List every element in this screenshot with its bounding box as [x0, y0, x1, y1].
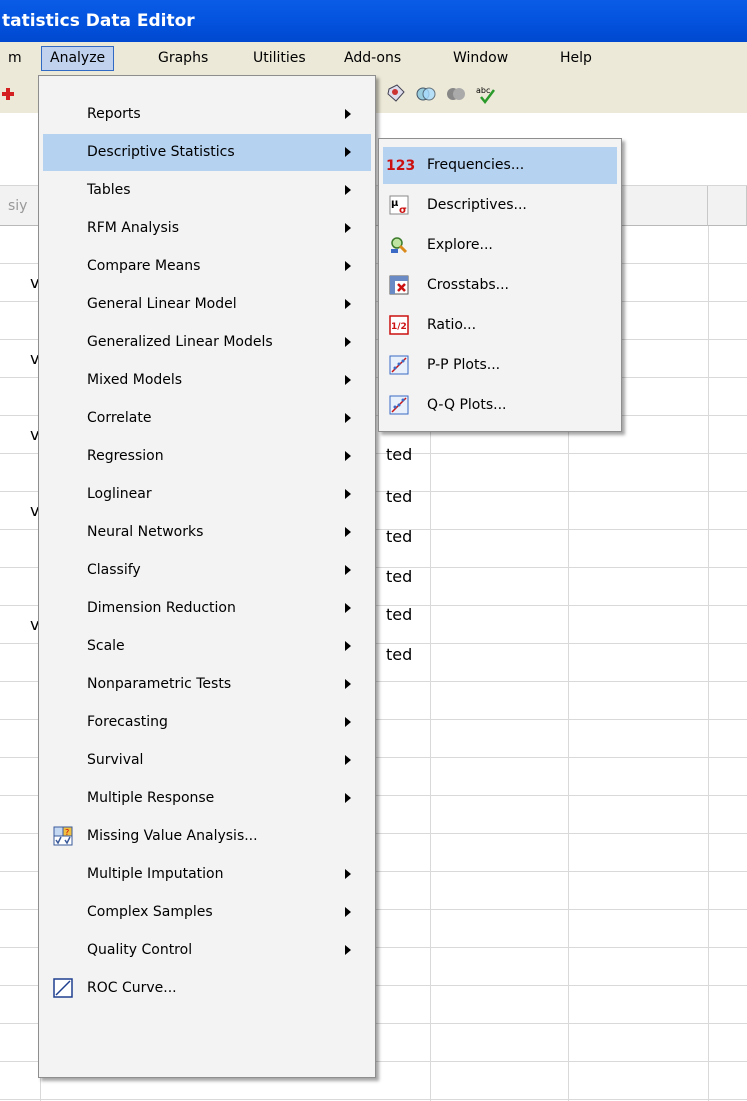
menu-item-general-linear-model[interactable]: General Linear Model — [43, 286, 371, 323]
submenu-arrow-icon — [345, 299, 351, 309]
svg-text:μ: μ — [391, 198, 399, 209]
menu-item-regression[interactable]: Regression — [43, 438, 371, 475]
frequencies-icon: 123 — [386, 158, 415, 174]
use-variable-sets-icon[interactable] — [415, 83, 437, 105]
menu-analyze[interactable]: Analyze — [41, 46, 115, 71]
cell-value[interactable]: ted — [386, 436, 412, 474]
submenu-arrow-icon — [345, 375, 351, 385]
submenu-arrow-icon — [345, 527, 351, 537]
menu-item-multiple-response[interactable]: Multiple Response — [43, 780, 371, 817]
menu-item-scale[interactable]: Scale — [43, 628, 371, 665]
submenu-arrow-icon — [345, 679, 351, 689]
menu-item-multiple-imputation[interactable]: Multiple Imputation — [43, 856, 371, 893]
cell-value[interactable]: ted — [386, 518, 412, 556]
menu-item-survival[interactable]: Survival — [43, 742, 371, 779]
menu-item-compare-means[interactable]: Compare Means — [43, 248, 371, 285]
analyze-menu: Reports Descriptive Statistics Tables RF… — [38, 75, 376, 1078]
submenu-arrow-icon — [345, 261, 351, 271]
submenu-arrow-icon — [345, 907, 351, 917]
submenu-arrow-icon — [345, 717, 351, 727]
submenu-item-descriptives[interactable]: μ σ Descriptives... — [383, 187, 617, 224]
submenu-item-ratio[interactable]: 1/2 Ratio... — [383, 307, 617, 344]
submenu-arrow-icon — [345, 489, 351, 499]
column-header-next[interactable] — [708, 186, 747, 226]
submenu-arrow-icon — [345, 565, 351, 575]
spell-check-icon[interactable]: abc — [475, 83, 497, 105]
submenu-item-pp-plots[interactable]: P-P Plots... — [383, 347, 617, 384]
value-labels-icon[interactable] — [385, 83, 407, 105]
menu-item-neural-networks[interactable]: Neural Networks — [43, 514, 371, 551]
submenu-arrow-icon — [345, 109, 351, 119]
menu-item-rfm-analysis[interactable]: RFM Analysis — [43, 210, 371, 247]
explore-icon — [391, 237, 408, 254]
window-title-bar: tatistics Data Editor — [0, 0, 747, 42]
submenu-arrow-icon — [345, 755, 351, 765]
menu-item-quality-control[interactable]: Quality Control — [43, 932, 371, 969]
menu-item-dimension-reduction[interactable]: Dimension Reduction — [43, 590, 371, 627]
menu-bar: m Analyze Graphs Utilities Add-ons Windo… — [0, 42, 747, 75]
menu-item-reports[interactable]: Reports — [43, 96, 371, 133]
menu-item-correlate[interactable]: Correlate — [43, 400, 371, 437]
submenu-item-crosstabs[interactable]: Crosstabs... — [383, 267, 617, 304]
submenu-arrow-icon — [345, 451, 351, 461]
menu-item-loglinear[interactable]: Loglinear — [43, 476, 371, 513]
submenu-arrow-icon — [345, 413, 351, 423]
menu-item-missing-value-analysis[interactable]: ? Missing Value Analysis... — [43, 818, 371, 855]
missing-value-analysis-icon: ? — [53, 826, 73, 846]
menu-item-forecasting[interactable]: Forecasting — [43, 704, 371, 741]
cell-value[interactable]: ted — [386, 596, 412, 634]
submenu-arrow-icon — [345, 147, 351, 157]
menu-item-generalized-linear-models[interactable]: Generalized Linear Models — [43, 324, 371, 361]
menu-window[interactable]: Window — [445, 46, 516, 71]
menu-item-mixed-models[interactable]: Mixed Models — [43, 362, 371, 399]
cell-value[interactable]: ted — [386, 558, 412, 596]
submenu-item-qq-plots[interactable]: Q-Q Plots... — [383, 387, 617, 424]
ratio-icon: 1/2 — [389, 315, 409, 335]
menu-item-classify[interactable]: Classify — [43, 552, 371, 589]
submenu-item-frequencies[interactable]: 123 Frequencies... — [383, 147, 617, 184]
menu-graphs[interactable]: Graphs — [150, 46, 216, 71]
window-title: tatistics Data Editor — [2, 11, 195, 31]
insert-case-icon[interactable] — [0, 83, 22, 105]
menu-help[interactable]: Help — [552, 46, 600, 71]
column-header[interactable]: siy — [0, 186, 40, 226]
submenu-item-explore[interactable]: Explore... — [383, 227, 617, 264]
submenu-arrow-icon — [345, 793, 351, 803]
svg-text:σ: σ — [399, 205, 407, 215]
svg-text:1/2: 1/2 — [391, 322, 407, 332]
menu-item-complex-samples[interactable]: Complex Samples — [43, 894, 371, 931]
cell-value[interactable]: ted — [386, 636, 412, 674]
svg-text:123: 123 — [386, 158, 415, 174]
submenu-arrow-icon — [345, 641, 351, 651]
svg-text:abc: abc — [476, 86, 490, 95]
descriptive-statistics-submenu: 123 Frequencies... μ σ Descriptives... E… — [378, 138, 622, 432]
submenu-arrow-icon — [345, 223, 351, 233]
menu-item-nonparametric-tests[interactable]: Nonparametric Tests — [43, 666, 371, 703]
menu-add-ons[interactable]: Add-ons — [336, 46, 409, 71]
submenu-arrow-icon — [345, 337, 351, 347]
qq-plot-icon — [389, 395, 409, 415]
crosstabs-icon — [389, 275, 409, 295]
cell-value[interactable]: ted — [386, 478, 412, 516]
submenu-arrow-icon — [345, 603, 351, 613]
menu-item-roc-curve[interactable]: ROC Curve... — [43, 970, 371, 1007]
submenu-arrow-icon — [345, 869, 351, 879]
svg-text:?: ? — [65, 828, 69, 837]
submenu-arrow-icon — [345, 945, 351, 955]
menu-transform-partial[interactable]: m — [0, 46, 30, 71]
roc-curve-icon — [53, 978, 73, 998]
menu-item-tables[interactable]: Tables — [43, 172, 371, 209]
menu-item-descriptive-statistics[interactable]: Descriptive Statistics — [43, 134, 371, 171]
submenu-arrow-icon — [345, 185, 351, 195]
show-all-variables-icon[interactable] — [445, 83, 467, 105]
pp-plot-icon — [389, 355, 409, 375]
menu-utilities[interactable]: Utilities — [245, 46, 314, 71]
descriptives-icon: μ σ — [389, 195, 409, 215]
